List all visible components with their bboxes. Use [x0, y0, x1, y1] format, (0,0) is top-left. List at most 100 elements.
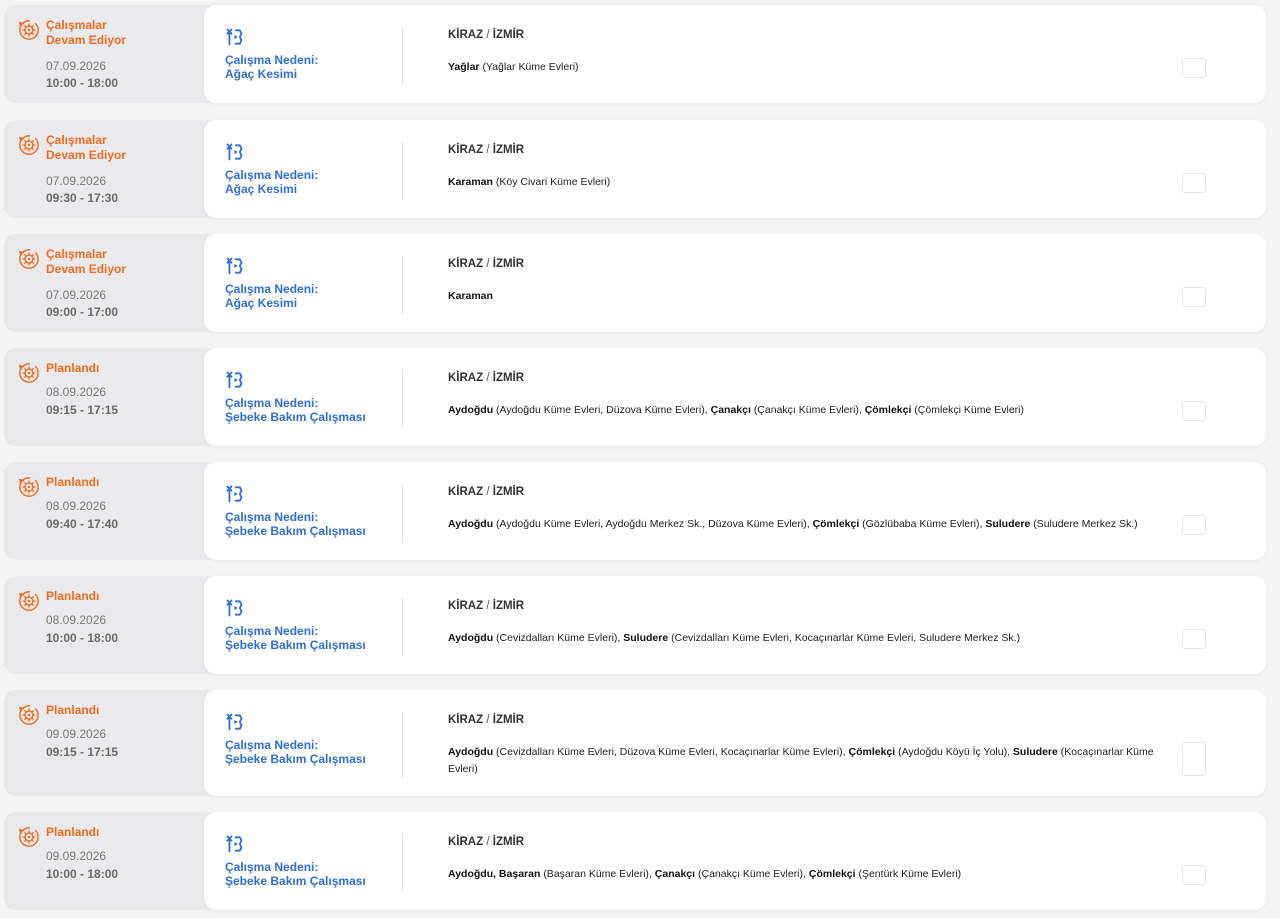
detail-button[interactable]: [1182, 865, 1206, 885]
status-line-2: Devam Ediyor: [46, 261, 127, 276]
status-column: Çalışmalar Devam Ediyor 07.09.2026 09:00 - …: [4, 234, 204, 332]
detail-button[interactable]: [1182, 515, 1206, 535]
neighborhood-detail: (Başaran Küme Evleri): [543, 868, 649, 880]
district-city: KİRAZ / İZMİR: [448, 144, 524, 156]
work-time: 09:15 - 17:15: [46, 745, 119, 759]
neighborhood-detail: (Çanakçı Küme Evleri): [697, 868, 804, 880]
outage-card: Çalışma Nedeni: Ağaç Kesimi KİRAZ / İZMİR K…: [204, 234, 1266, 332]
outage-row: Planlandı 08.09.2026 09:15 - 17:15 Çalışma …: [4, 348, 1266, 446]
detail-button[interactable]: [1182, 742, 1206, 776]
work-date: 07.09.2026: [46, 288, 107, 302]
district-separator: /: [486, 486, 490, 498]
neighborhood-detail: (Aydoğdu Küme Evleri, Düzova Küme Evleri…: [496, 404, 705, 416]
status-label: Planlandı: [46, 475, 196, 490]
divider: [402, 598, 403, 656]
district-name: KİRAZ: [448, 714, 484, 726]
maintenance-gear-icon: [18, 476, 40, 498]
neighborhood-detail: (Cevizdalları Küme Evleri): [496, 632, 618, 644]
district-separator: /: [486, 836, 490, 848]
work-date: 08.09.2026: [46, 613, 107, 627]
outage-row: Planlandı 09.09.2026 10:00 - 18:00 Çalışma …: [4, 812, 1266, 910]
city-name: İZMİR: [492, 29, 525, 41]
status-column: Planlandı 09.09.2026 10:00 - 18:00: [4, 812, 204, 910]
detail-button[interactable]: [1182, 629, 1206, 649]
neighborhood-detail: (Cevizdalları Küme Evleri, Kocaçınarlar …: [671, 632, 1021, 644]
neighborhood-name: Aydoğdu: [448, 746, 494, 758]
detail-button[interactable]: [1182, 58, 1206, 78]
work-date: 07.09.2026: [46, 174, 107, 188]
neighborhood-name: Suludere: [623, 632, 669, 644]
outage-card: Çalışma Nedeni: Şebeke Bakım Çalışması KİR…: [204, 462, 1266, 560]
outage-row: Çalışmalar Devam Ediyor 07.09.2026 09:00 - …: [4, 234, 1266, 332]
divider: [402, 142, 403, 200]
status-label: Planlandı: [46, 589, 196, 604]
outage-row: Planlandı 08.09.2026 09:40 - 17:40 Çalışma …: [4, 462, 1266, 560]
maintenance-gear-icon: [18, 362, 40, 384]
status-line-1: Planlandı: [46, 703, 100, 717]
district-separator: /: [486, 600, 490, 612]
tools-icon: [224, 27, 244, 47]
detail-button[interactable]: [1182, 173, 1206, 193]
district-city: KİRAZ / İZMİR: [448, 29, 524, 41]
status-column: Planlandı 08.09.2026 09:40 - 17:40: [4, 462, 204, 560]
affected-areas: Aydoğdu (Cevizdalları Küme Evleri, Düzov…: [448, 746, 1154, 775]
city-name: İZMİR: [492, 600, 525, 612]
outage-row: Planlandı 09.09.2026 09:15 - 17:15 Çalışma …: [4, 690, 1266, 796]
status-line-1: Çalışmalar: [46, 133, 107, 147]
neighborhood-detail: (Aydoğdu Küme Evleri, Aydoğdu Merkez Sk.…: [496, 518, 807, 530]
district-name: KİRAZ: [448, 29, 484, 41]
district-city: KİRAZ / İZMİR: [448, 372, 524, 384]
reason-label: Çalışma Nedeni:: [225, 396, 319, 410]
reason-value: Şebeke Bakım Çalışması: [225, 874, 366, 888]
city-name: İZMİR: [492, 372, 525, 384]
district-name: KİRAZ: [448, 258, 484, 270]
status-column: Planlandı 09.09.2026 09:15 - 17:15: [4, 690, 204, 796]
tools-icon: [224, 370, 244, 390]
affected-areas: Karaman (Köy Civari Küme Evleri): [448, 174, 1178, 191]
divider: [402, 712, 403, 778]
reason-label: Çalışma Nedeni:: [225, 510, 319, 524]
neighborhood-name: Karaman: [448, 290, 493, 302]
outage-card: Çalışma Nedeni: Şebeke Bakım Çalışması KİR…: [204, 690, 1266, 796]
district-separator: /: [486, 714, 490, 726]
status-line-1: Çalışmalar: [46, 18, 107, 32]
outage-card: Çalışma Nedeni: Şebeke Bakım Çalışması KİR…: [204, 348, 1266, 446]
neighborhood-detail: (Çömlekçi Küme Evleri): [914, 404, 1024, 416]
district-separator: /: [486, 29, 490, 41]
work-time: 09:15 - 17:15: [46, 403, 119, 417]
reason-value: Şebeke Bakım Çalışması: [225, 638, 366, 652]
neighborhood-detail: (Yağlar Küme Evleri): [482, 61, 579, 73]
reason-value: Şebeke Bakım Çalışması: [225, 524, 366, 538]
outage-card: Çalışma Nedeni: Şebeke Bakım Çalışması KİR…: [204, 576, 1266, 674]
tools-icon: [224, 256, 244, 276]
divider: [402, 256, 403, 314]
work-date: 08.09.2026: [46, 385, 107, 399]
work-time: 09:00 - 17:00: [46, 305, 119, 319]
maintenance-gear-icon: [18, 704, 40, 726]
reason-label: Çalışma Nedeni:: [225, 168, 319, 182]
maintenance-gear-icon: [18, 826, 40, 848]
city-name: İZMİR: [492, 714, 525, 726]
status-line-1: Çalışmalar: [46, 247, 107, 261]
status-line-1: Planlandı: [46, 589, 100, 603]
work-time: 09:30 - 17:30: [46, 191, 119, 205]
status-label: Planlandı: [46, 703, 196, 718]
detail-button[interactable]: [1182, 287, 1206, 307]
status-label: Çalışmalar Devam Ediyor: [46, 18, 196, 47]
city-name: İZMİR: [492, 836, 525, 848]
neighborhood-detail: (Gözlübaba Küme Evleri): [862, 518, 980, 530]
affected-areas: Aydoğdu (Aydoğdu Küme Evleri, Aydoğdu Me…: [448, 518, 1138, 530]
status-line-1: Planlandı: [46, 825, 100, 839]
status-line-2: Devam Ediyor: [46, 147, 127, 162]
work-time: 10:00 - 18:00: [46, 867, 119, 881]
work-time: 10:00 - 18:00: [46, 76, 119, 90]
work-date: 07.09.2026: [46, 59, 107, 73]
district-separator: /: [486, 372, 490, 384]
reason-value: Şebeke Bakım Çalışması: [225, 410, 366, 424]
district-city: KİRAZ / İZMİR: [448, 836, 524, 848]
status-line-1: Planlandı: [46, 475, 100, 489]
neighborhood-name: Aydoğdu: [448, 518, 494, 530]
affected-areas: Karaman: [448, 288, 1178, 305]
detail-button[interactable]: [1182, 401, 1206, 421]
reason-value: Ağaç Kesimi: [225, 67, 298, 81]
